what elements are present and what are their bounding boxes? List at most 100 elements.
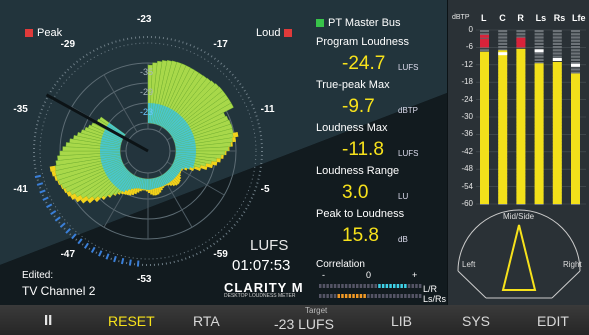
elapsed-time: 01:07:53 (232, 257, 291, 274)
peak-led-icon (25, 29, 33, 38)
meter-empty-seg (498, 39, 508, 42)
sys-button[interactable]: SYS (462, 313, 490, 329)
loud-indicator: Loud (256, 27, 296, 39)
meter-bar-Lfe (571, 73, 580, 204)
stat-label: True-peak Max (316, 79, 390, 91)
stat-unit: dB (398, 235, 408, 244)
corr-seg-lr (367, 284, 370, 288)
meter-empty-seg (571, 33, 580, 36)
target-button[interactable]: -23 LUFS (274, 316, 334, 332)
meter-bar-Ls (534, 63, 544, 204)
corr-seg-lr (385, 284, 389, 288)
stat-value: 15.8 (342, 225, 379, 246)
meter-empty-seg (552, 36, 562, 39)
lib-button[interactable]: LIB (391, 313, 412, 329)
corr-seg-lsrs (411, 294, 414, 298)
screen: Peak Loud LUFS 01:07:53 CLARITY M DESKTO… (0, 0, 589, 335)
stat-unit: dBTP (398, 106, 419, 115)
meter-over-seg (480, 38, 489, 48)
corr-seg-lr (359, 284, 363, 288)
loud-led-icon (284, 29, 293, 38)
corr-seg-lr (363, 284, 366, 288)
meter-empty-seg (552, 49, 562, 52)
meter-empty-seg (534, 55, 544, 58)
rta-button[interactable]: RTA (193, 313, 220, 329)
corr-seg-lsrs (418, 294, 422, 298)
corr-seg-lr (389, 284, 392, 288)
meter-empty-seg (571, 36, 580, 39)
radar-outer-tick: -41 (13, 184, 28, 196)
corr-seg-lr (407, 284, 411, 288)
corr-seg-lr (352, 284, 355, 288)
corr-seg-lsrs (319, 294, 322, 298)
peak-indicator: Peak (25, 27, 62, 39)
meter-empty-seg (498, 33, 508, 36)
corr-seg-lr (330, 284, 333, 288)
corr-seg-lr (341, 284, 344, 288)
corr-seg-lr (404, 284, 407, 288)
radar-peak-fringe (232, 137, 236, 143)
corr-seg-lsrs (348, 294, 352, 298)
corr-seg-lr (381, 284, 385, 288)
corr-seg-lr (418, 284, 422, 288)
radar-outer-tick: -5 (260, 184, 270, 196)
meter-empty-seg (552, 42, 562, 45)
meter-empty-seg (552, 55, 562, 58)
radar-peak-fringe (225, 151, 227, 156)
corr-seg-lr (326, 284, 329, 288)
radar-outer-tick: -23 (137, 14, 152, 25)
bus-indicator: PT Master Bus (316, 17, 401, 29)
radar-peak-fringe (228, 146, 230, 151)
meter-empty-seg (534, 58, 544, 61)
preset-name: TV Channel 2 (22, 284, 96, 298)
meter-empty-seg (571, 39, 580, 42)
meter-peak-hold (534, 49, 544, 53)
meter-scale-label: -6 (465, 42, 473, 52)
radar-peak-fringe (143, 189, 146, 191)
meter-empty-seg (552, 39, 562, 42)
meter-channel-label: Lfe (572, 13, 586, 23)
corr-seg-lr (333, 284, 337, 288)
corr-seg-lsrs (374, 294, 377, 298)
meter-empty-seg (571, 52, 580, 55)
corr-seg-lr (378, 284, 381, 288)
corr-seg-lsrs (370, 294, 374, 298)
meter-empty-seg (516, 33, 526, 36)
stat-value: 3.0 (342, 182, 369, 203)
corr-seg-lr (400, 284, 403, 288)
edited-label: Edited: (22, 270, 54, 281)
meter-empty-seg (534, 42, 544, 45)
meter-empty-seg (571, 42, 580, 45)
midside-left: Left (462, 260, 476, 269)
corr-seg-lr (356, 284, 359, 288)
midside-right: Right (563, 260, 582, 269)
meter-empty-seg (552, 30, 562, 33)
radar-peak-fringe (141, 188, 144, 191)
radar-inner-tick: -23 (140, 107, 154, 117)
bottom-toolbar: II RESET RTA Target -23 LUFS LIB SYS EDI… (0, 305, 589, 335)
meter-bar-L (480, 51, 489, 204)
radar-peak-fringe (230, 142, 233, 147)
corr-seg-lsrs (344, 294, 348, 298)
corr-seg-lr (393, 284, 396, 288)
stat-value: -9.7 (342, 96, 375, 117)
corr-seg-lr (337, 284, 340, 288)
meter-channel-label: R (517, 13, 524, 23)
meter-scale-label: -30 (461, 112, 473, 121)
meter-empty-seg (571, 30, 580, 33)
radar-inner-tick: -35 (140, 67, 154, 77)
radar-outer-tick: -47 (60, 249, 76, 261)
meter-peak-hold (480, 34, 489, 38)
radar-low-tick (34, 174, 42, 179)
corr-seg-lr (411, 284, 414, 288)
stat-label: Loudness Range (316, 165, 400, 177)
meter-empty-seg (498, 42, 508, 45)
corr-seg-lsrs (337, 294, 340, 298)
edit-button[interactable]: EDIT (537, 313, 569, 329)
pause-icon[interactable]: II (44, 312, 52, 329)
meter-empty-seg (571, 46, 580, 49)
corr-seg-lsrs (322, 294, 326, 298)
stat-unit: LUFS (398, 63, 419, 72)
corr-seg-lr (374, 284, 377, 288)
reset-button[interactable]: RESET (108, 313, 155, 329)
